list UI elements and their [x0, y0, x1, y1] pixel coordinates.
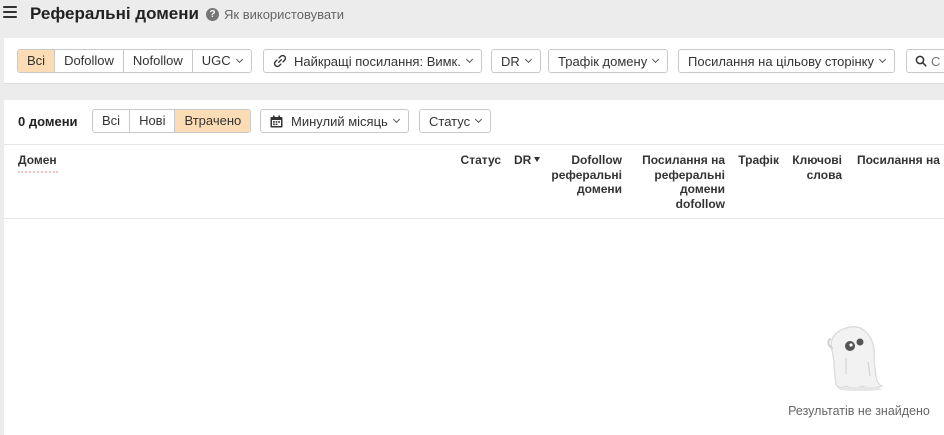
menu-icon[interactable]	[3, 6, 17, 20]
link-type-all[interactable]: Всі	[18, 50, 56, 72]
column-domain-underline	[18, 170, 58, 173]
column-traffic[interactable]: Трафік	[732, 153, 779, 168]
best-links-dropdown[interactable]: Найкращі посилання: Вимк.	[263, 49, 482, 73]
chevron-down-icon	[465, 55, 473, 64]
status-tab-lost[interactable]: Втрачено	[175, 110, 251, 132]
column-dr-label: DR	[514, 153, 532, 167]
column-domain-label: Домен	[18, 153, 57, 167]
column-links-to-ref-domains[interactable]: Посилання на реферальні домени dofollow	[637, 153, 725, 211]
calendar-icon	[270, 115, 283, 127]
best-links-label: Найкращі посилання: Вимк.	[294, 53, 461, 69]
link-type-dofollow[interactable]: Dofollow	[55, 50, 124, 72]
link-type-ugc-label: UGC	[201, 53, 231, 68]
link-type-segmented: Всі Dofollow Nofollow UGC	[17, 49, 252, 73]
sort-down-icon	[534, 157, 541, 162]
status-dropdown[interactable]: Статус	[419, 109, 492, 133]
search-box[interactable]	[906, 49, 944, 73]
how-to-use-link[interactable]: ? Як використовувати	[206, 7, 344, 22]
status-tab-all[interactable]: Всі	[93, 110, 131, 132]
domain-traffic-label: Трафік домену	[558, 53, 648, 69]
target-links-dropdown[interactable]: Посилання на цільову сторінку	[678, 49, 896, 73]
domain-count: 0 домени	[18, 114, 78, 129]
how-to-use-label: Як використовувати	[224, 7, 344, 22]
column-status[interactable]: Статус	[450, 153, 501, 168]
empty-state: Результатів не знайдено	[784, 314, 934, 424]
target-links-label: Посилання на цільову сторінку	[688, 53, 875, 69]
ghost-icon	[827, 326, 884, 391]
dr-dropdown[interactable]: DR	[491, 49, 541, 73]
column-domain[interactable]: Домен	[18, 153, 58, 173]
chevron-down-icon	[235, 55, 243, 64]
period-label: Минулий місяць	[291, 113, 388, 129]
status-label: Статус	[429, 113, 471, 129]
column-links-to-target[interactable]: Посилання на ц	[857, 153, 944, 168]
search-input[interactable]	[931, 53, 944, 69]
empty-message: Результатів не знайдено	[788, 404, 930, 418]
link-type-ugc[interactable]: UGC	[193, 50, 251, 72]
link-icon	[273, 54, 287, 68]
question-icon: ?	[206, 8, 219, 21]
chevron-down-icon	[392, 115, 400, 124]
column-dofollow-ref-domains[interactable]: Dofollow реферальні домени	[542, 153, 622, 197]
chevron-down-icon	[475, 115, 483, 124]
dr-label: DR	[501, 53, 520, 69]
status-tab-new[interactable]: Нові	[130, 110, 176, 132]
chevron-down-icon	[878, 55, 887, 64]
period-dropdown[interactable]: Минулий місяць	[260, 109, 409, 133]
column-dr[interactable]: DR	[514, 153, 541, 168]
chevron-down-icon	[652, 55, 660, 64]
page-title: Реферальні домени	[30, 4, 199, 23]
search-icon	[915, 55, 927, 67]
domain-traffic-dropdown[interactable]: Трафік домену	[548, 49, 669, 73]
results-panel: 0 домени Всі Нові Втрачено Минулий місяц…	[4, 100, 944, 435]
filters-bar: Всі Dofollow Nofollow UGC Найкращі посил…	[4, 38, 944, 84]
chevron-down-icon	[524, 55, 532, 64]
status-tabs: Всі Нові Втрачено	[92, 109, 252, 133]
column-keywords[interactable]: Ключові слова	[786, 153, 842, 182]
link-type-nofollow[interactable]: Nofollow	[124, 50, 193, 72]
page-header: Реферальні домени ? Як використовувати	[0, 0, 944, 30]
table-header: Домен Статус DR Dofollow реферальні доме…	[4, 144, 944, 219]
